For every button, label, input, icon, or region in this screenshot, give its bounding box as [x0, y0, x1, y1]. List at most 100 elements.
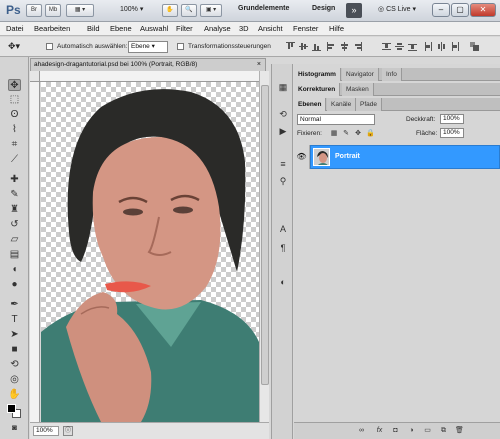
layer-visibility-eye-icon[interactable]: 👁: [294, 145, 310, 169]
status-info-icon[interactable]: ⓘ: [63, 426, 73, 436]
shape-tool-icon[interactable]: ■: [8, 344, 21, 356]
move-tool-icon[interactable]: ✥: [8, 79, 21, 91]
layer-style-icon[interactable]: fx: [374, 426, 385, 436]
minimize-button[interactable]: –: [432, 3, 450, 17]
path-selection-icon[interactable]: ➤: [8, 329, 21, 341]
auto-select-checkbox[interactable]: [46, 43, 53, 50]
auto-align-layers-icon[interactable]: [470, 42, 479, 51]
brush-icon[interactable]: ✎: [8, 189, 21, 201]
new-group-icon[interactable]: ▭: [422, 426, 433, 436]
close-window-button[interactable]: ✕: [470, 3, 496, 17]
menu-hilfe[interactable]: Hilfe: [329, 24, 344, 33]
distribute-hcenter-icon[interactable]: [437, 42, 446, 51]
layer-row-portrait[interactable]: Portrait: [310, 145, 500, 169]
menu-ansicht[interactable]: Ansicht: [258, 24, 283, 33]
bridge-button[interactable]: Br: [26, 4, 42, 17]
maximize-button[interactable]: ▢: [451, 3, 469, 17]
distribute-right-icon[interactable]: [450, 42, 459, 51]
menu-bild[interactable]: Bild: [87, 24, 100, 33]
hand-tool-button[interactable]: ✋: [162, 4, 178, 17]
close-document-icon[interactable]: ×: [257, 59, 261, 71]
opacity-field[interactable]: 100%: [440, 114, 464, 124]
menu-analyse[interactable]: Analyse: [204, 24, 231, 33]
blur-icon[interactable]: ◖: [8, 264, 21, 276]
lasso-icon[interactable]: ʘ: [8, 109, 21, 121]
type-tool-icon[interactable]: T: [8, 314, 21, 326]
menu-filter[interactable]: Filter: [176, 24, 193, 33]
fill-field[interactable]: 100%: [440, 128, 464, 138]
spot-healing-icon[interactable]: ✚: [8, 174, 21, 186]
link-layers-icon[interactable]: ∞: [356, 426, 367, 436]
zoom-tool-button[interactable]: 🔍: [181, 4, 197, 17]
gradient-icon[interactable]: ▤: [8, 249, 21, 261]
align-right-icon[interactable]: [353, 42, 362, 51]
distribute-left-icon[interactable]: [424, 42, 433, 51]
tab-korrekturen[interactable]: Korrekturen: [294, 83, 341, 96]
quick-selection-icon[interactable]: ⌇: [8, 124, 21, 136]
add-mask-icon[interactable]: ◘: [390, 426, 401, 436]
foreground-color-swatch[interactable]: [7, 404, 16, 413]
vertical-ruler[interactable]: [30, 82, 40, 422]
3d-rotate-icon[interactable]: ⟲: [8, 359, 21, 371]
tab-masken[interactable]: Masken: [342, 83, 374, 96]
paragraph-icon[interactable]: ¶: [277, 242, 289, 254]
notes-icon[interactable]: ◐: [277, 276, 289, 288]
zoom-level-menu[interactable]: 100% ▾: [120, 5, 143, 13]
delete-layer-icon[interactable]: 🗑: [454, 426, 465, 436]
document-canvas[interactable]: [41, 82, 259, 422]
clone-stamp-icon[interactable]: ♜: [8, 204, 21, 216]
lock-position-icon[interactable]: ✥: [354, 130, 362, 138]
tab-kanaele[interactable]: Kanäle: [327, 98, 357, 111]
lock-transparency-icon[interactable]: ▦: [330, 130, 338, 138]
more-workspaces-button[interactable]: »: [346, 3, 362, 18]
menu-3d[interactable]: 3D: [239, 24, 249, 33]
auto-select-dropdown[interactable]: Ebene ▾: [128, 41, 168, 53]
ruler-origin[interactable]: [30, 71, 40, 82]
tab-info[interactable]: Info: [382, 68, 402, 81]
vertical-scroll-thumb[interactable]: [261, 85, 269, 385]
crop-icon[interactable]: ⌗: [8, 139, 21, 151]
mini-bridge-icon[interactable]: ▦: [277, 81, 289, 93]
history-brush-icon[interactable]: ↺: [8, 219, 21, 231]
document-tab[interactable]: ahadesign-dragantutorial.psd bei 100% (P…: [30, 58, 266, 71]
align-vcenter-icon[interactable]: [299, 42, 308, 51]
new-layer-icon[interactable]: ⧉: [438, 426, 449, 436]
workspace-grundelemente[interactable]: Grundelemente: [238, 5, 289, 12]
menu-ebene[interactable]: Ebene: [110, 24, 132, 33]
rectangular-marquee-icon[interactable]: ⬚: [8, 94, 21, 106]
align-left-icon[interactable]: [327, 42, 336, 51]
pen-icon[interactable]: ✒: [8, 299, 21, 311]
align-hcenter-icon[interactable]: [340, 42, 349, 51]
history-icon[interactable]: ⟲: [277, 108, 289, 120]
brush-presets-icon[interactable]: ≡: [277, 158, 289, 170]
menu-auswahl[interactable]: Auswahl: [140, 24, 168, 33]
align-top-icon[interactable]: [286, 42, 295, 51]
align-bottom-icon[interactable]: [312, 42, 321, 51]
adjustment-layer-icon[interactable]: ◑: [406, 426, 417, 436]
layer-name[interactable]: Portrait: [335, 153, 360, 160]
dodge-icon[interactable]: ●: [8, 279, 21, 291]
move-tool-preset-icon[interactable]: ✥▾: [8, 41, 20, 52]
workspace-design[interactable]: Design: [312, 5, 335, 12]
actions-icon[interactable]: ▶: [277, 125, 289, 137]
menu-datei[interactable]: Datei: [6, 24, 24, 33]
cs-live-menu[interactable]: ◎ CS Live ▾: [378, 5, 416, 13]
tab-pfade[interactable]: Pfade: [356, 98, 382, 111]
menu-fenster[interactable]: Fenster: [293, 24, 318, 33]
distribute-bottom-icon[interactable]: [408, 42, 417, 51]
menu-bearbeiten[interactable]: Bearbeiten: [34, 24, 70, 33]
tab-navigator[interactable]: Navigator: [342, 68, 379, 81]
transform-controls-checkbox[interactable]: [177, 43, 184, 50]
lock-all-icon[interactable]: 🔒: [366, 130, 375, 138]
view-extras-button[interactable]: ▦ ▾: [66, 4, 94, 17]
zoom-status-field[interactable]: 100%: [33, 426, 59, 436]
eyedropper-icon[interactable]: ⟋: [8, 154, 21, 166]
lock-image-icon[interactable]: ✎: [342, 130, 350, 138]
horizontal-ruler[interactable]: [40, 71, 259, 82]
3d-orbit-icon[interactable]: ◎: [8, 374, 21, 386]
blend-mode-dropdown[interactable]: Normal: [297, 114, 375, 125]
eraser-icon[interactable]: ▱: [8, 234, 21, 246]
distribute-top-icon[interactable]: [382, 42, 391, 51]
hand-tool-icon[interactable]: ✋: [8, 389, 21, 401]
clone-source-icon[interactable]: ⚲: [277, 175, 289, 187]
